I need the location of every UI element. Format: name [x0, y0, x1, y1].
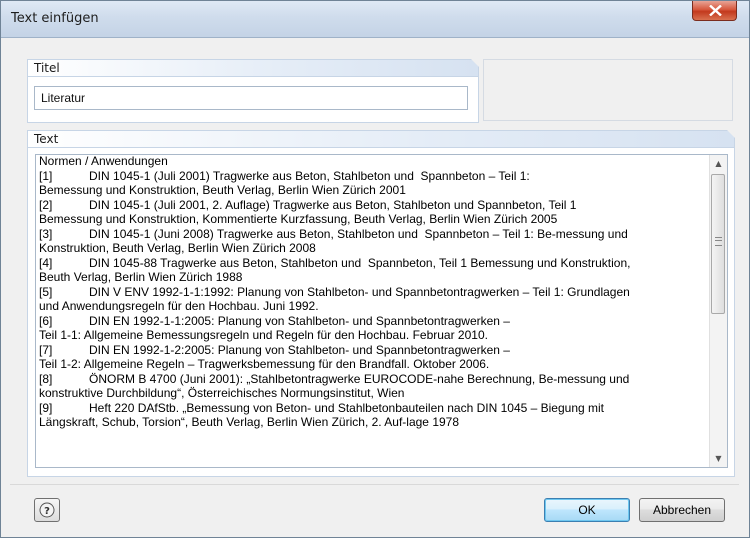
help-button[interactable]: ? — [34, 498, 60, 522]
text-group: Text Normen / Anwendungen [1] DIN 1045-1 … — [27, 130, 735, 477]
scroll-down-icon[interactable]: ▼ — [710, 450, 727, 467]
text-line: [6] DIN EN 1992-1-1:2005: Planung von St… — [39, 313, 510, 328]
text-line: [5] DIN V ENV 1992-1-1:1992: Planung von… — [39, 284, 630, 299]
ok-button[interactable]: OK — [544, 498, 630, 522]
text-line: [8] ÖNORM B 4700 (Juni 2001): „Stahlbeto… — [39, 371, 630, 386]
vertical-scrollbar[interactable]: ▲ ▼ — [709, 155, 727, 467]
text-line: Bemessung und Konstruktion, Beuth Verlag… — [39, 183, 406, 197]
text-line: [2] DIN 1045-1 (Juli 2001, 2. Auflage) T… — [39, 197, 577, 212]
dialog-window: Text einfügen Titel Literatur Text Norme… — [0, 0, 750, 538]
text-header: Text — [28, 130, 735, 148]
text-line: und Anwendungsregeln für den Hochbau. Ju… — [39, 299, 319, 313]
cancel-button[interactable]: Abbrechen — [639, 498, 725, 522]
close-icon — [709, 5, 722, 16]
titel-header: Titel — [28, 59, 479, 77]
svg-text:?: ? — [44, 506, 50, 517]
grip-icon — [715, 237, 722, 246]
text-line: Konstruktion, Beuth Verlag, Berlin Wien … — [39, 241, 316, 255]
text-area[interactable]: Normen / Anwendungen [1] DIN 1045-1 (Juli… — [35, 154, 728, 468]
titel-group: Titel Literatur — [27, 59, 479, 123]
text-line: [1] DIN 1045-1 (Juli 2001) Tragwerke aus… — [39, 168, 530, 183]
text-content[interactable]: Normen / Anwendungen [1] DIN 1045-1 (Juli… — [39, 154, 711, 430]
help-icon: ? — [39, 502, 55, 518]
scroll-up-icon[interactable]: ▲ — [710, 155, 727, 172]
text-line: [9] Heft 220 DAfStb. „Bemessung von Beto… — [39, 400, 605, 415]
dialog-body: Titel Literatur Text Normen / Anwendunge… — [10, 38, 739, 528]
text-line: Längskraft, Schub, Torsion“, Beuth Verla… — [39, 415, 460, 429]
window-title: Text einfügen — [11, 11, 99, 26]
text-line: Teil 1-1: Allgemeine Bemessungsregeln un… — [39, 328, 488, 342]
text-line: Normen / Anwendungen — [39, 154, 168, 168]
text-line: Teil 1-2: Allgemeine Regeln – Tragwerksb… — [39, 357, 490, 371]
scroll-thumb[interactable] — [711, 174, 725, 314]
separator — [10, 484, 739, 485]
text-line: [7] DIN EN 1992-1-2:2005: Planung von St… — [39, 342, 510, 357]
text-line: Beuth Verlag, Berlin Wien Zürich 1988 — [39, 270, 243, 284]
text-line: Bemessung und Konstruktion, Kommentierte… — [39, 212, 558, 226]
close-button[interactable] — [692, 1, 737, 21]
text-line: [4] DIN 1045-88 Tragwerke aus Beton, Sta… — [39, 255, 631, 270]
text-line: [3] DIN 1045-1 (Juni 2008) Tragwerke aus… — [39, 226, 628, 241]
preview-panel — [483, 59, 733, 121]
text-line: konstruktive Durchbildung“, Österreichis… — [39, 386, 405, 400]
title-bar[interactable]: Text einfügen — [1, 1, 749, 38]
titel-input[interactable]: Literatur — [34, 86, 468, 110]
